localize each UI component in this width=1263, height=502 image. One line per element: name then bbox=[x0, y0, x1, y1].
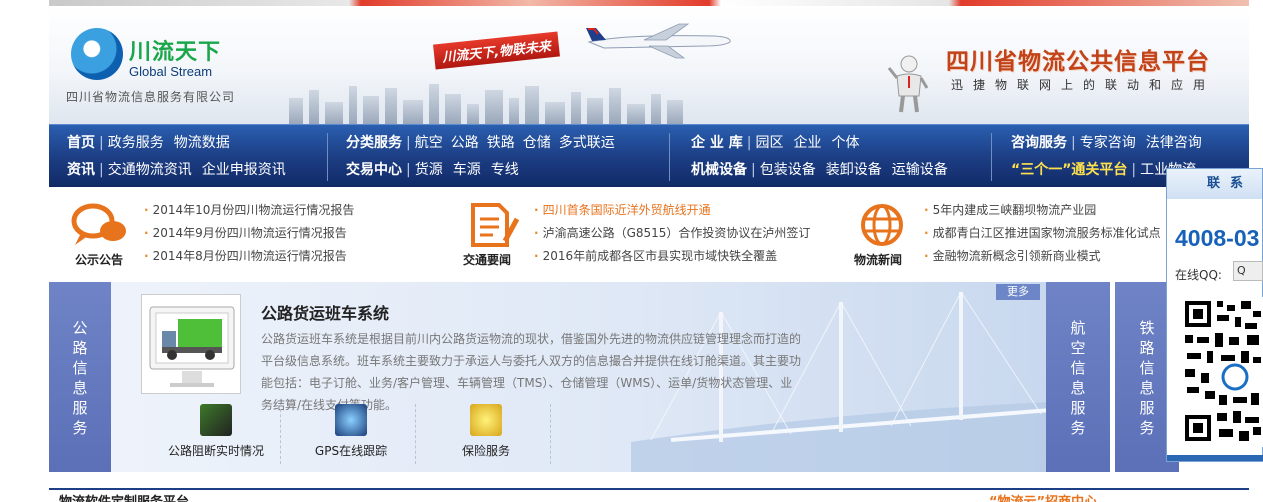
site-header: 川流天下 Global Stream 四川省物流信息服务有限公司 川流天下,物联… bbox=[49, 6, 1249, 124]
news-item[interactable]: 2016年前成都各区市县实现市域快铁全覆盖 bbox=[534, 245, 810, 268]
nav-consult-head[interactable]: 咨询服务 bbox=[1011, 135, 1067, 151]
service-title[interactable]: 公路货运班车系统 bbox=[261, 300, 389, 324]
nav-legal-consult[interactable]: 法律咨询 bbox=[1146, 135, 1202, 151]
logo-text-cn[interactable]: 川流天下 bbox=[129, 34, 221, 66]
sub-road-block[interactable]: 公路阻断实时情况 bbox=[151, 404, 281, 464]
globe-icon[interactable] bbox=[854, 201, 914, 249]
announcements-label[interactable]: 公示公告 bbox=[75, 251, 123, 268]
announcements-list: 2014年10月份四川物流运行情况报告 2014年9月份四川物流运行情况报告 2… bbox=[144, 199, 355, 268]
platform-subtitle: 迅捷物联网上的联动和应用 bbox=[951, 78, 1216, 92]
contact-phone: 4008-03 bbox=[1175, 225, 1260, 251]
nav-park[interactable]: 园区 bbox=[755, 135, 783, 151]
nav-air[interactable]: 航空 bbox=[415, 135, 443, 151]
announcements-block: 公示公告 2014年10月份四川物流运行情况报告 2014年9月份四川物流运行情… bbox=[49, 187, 429, 282]
nav-machinery-head[interactable]: 机械设备 bbox=[691, 162, 747, 178]
news-section: 公示公告 2014年10月份四川物流运行情况报告 2014年9月份四川物流运行情… bbox=[49, 187, 1249, 282]
nav-divider bbox=[991, 133, 992, 181]
sub-road-label: 公路阻断实时情况 bbox=[167, 444, 264, 458]
logistics-news-block: 物流新闻 5年内建成三峡翻坝物流产业园 成都青白江区推进国家物流服务标准化试点 … bbox=[844, 187, 1174, 282]
slogan-banner: 川流天下,物联未来 bbox=[433, 31, 560, 70]
news-item[interactable]: 2014年10月份四川物流运行情况报告 bbox=[144, 199, 355, 222]
nav-divider bbox=[669, 133, 670, 181]
qq-button[interactable]: Q bbox=[1233, 261, 1263, 281]
news-item[interactable]: 成都青白江区推进国家物流服务标准化试点 bbox=[924, 222, 1161, 245]
nav-rail[interactable]: 铁路 bbox=[487, 135, 515, 151]
service-section: 公路信息服务 更多 公路货运班车系统 公路货运班车系统是根据目前川内公路货运物流… bbox=[49, 282, 1249, 472]
logistics-news-label[interactable]: 物流新闻 bbox=[854, 251, 902, 268]
nav-news[interactable]: 资讯 bbox=[67, 162, 95, 178]
airplane-icon bbox=[586, 23, 731, 59]
nav-enterprise-lib-head[interactable]: 企 业 库 bbox=[691, 135, 743, 151]
logistics-news-list: 5年内建成三峡翻坝物流产业园 成都青白江区推进国家物流服务标准化试点 金融物流新… bbox=[924, 199, 1161, 268]
nav-special-line[interactable]: 专线 bbox=[491, 162, 519, 178]
shield-icon bbox=[470, 404, 502, 436]
traffic-news-label[interactable]: 交通要闻 bbox=[463, 251, 511, 268]
nav-transport-equip[interactable]: 运输设备 bbox=[892, 162, 948, 178]
service-panel: 更多 公路货运班车系统 公路货运班车系统是根据目前川内公路货运物流的现状，借鉴国… bbox=[111, 282, 1046, 472]
nav-trade-center-head[interactable]: 交易中心 bbox=[346, 162, 402, 178]
tab-air-info[interactable]: 航空信息服务 bbox=[1046, 282, 1110, 472]
nav-category-head[interactable]: 分类服务 bbox=[346, 135, 402, 151]
tab-road-info[interactable]: 公路信息服务 bbox=[49, 282, 111, 472]
road-icon bbox=[200, 404, 232, 436]
tab-road-label: 公路信息服务 bbox=[72, 319, 88, 437]
contact-header: 联系 bbox=[1167, 169, 1262, 199]
speech-bubble-icon[interactable] bbox=[69, 201, 129, 249]
mascot-man-icon bbox=[887, 55, 929, 113]
nav-road[interactable]: 公路 bbox=[451, 135, 479, 151]
news-item[interactable]: 泸渝高速公路（G8515）合作投资协议在泸州签订 bbox=[534, 222, 811, 245]
logo-icon[interactable] bbox=[71, 28, 123, 80]
nav-enterprise-news[interactable]: 企业申报资讯 bbox=[202, 162, 286, 178]
company-name: 四川省物流信息服务有限公司 bbox=[66, 90, 236, 104]
truck-icon bbox=[149, 306, 235, 387]
sub-insurance-label: 保险服务 bbox=[461, 444, 510, 458]
qq-label: 在线QQ: bbox=[1175, 268, 1222, 282]
city-skyline-image bbox=[279, 84, 699, 124]
nav-cargo-source[interactable]: 货源 bbox=[415, 162, 443, 178]
main-nav: 首页 | 政务服务 物流数据 资讯 | 交通物流资讯 企业申报资讯 分类服务 | 航空 公路 铁路仓… bbox=[49, 124, 1249, 187]
logo-text-en: Global Stream bbox=[129, 64, 213, 79]
news-item[interactable]: 2014年8月份四川物流运行情况报告 bbox=[144, 245, 354, 268]
divider bbox=[550, 404, 551, 464]
bottom-left-title[interactable]: 物流软件定制服务平台 bbox=[59, 491, 189, 502]
traffic-news-list: 四川首条国际近洋外贸航线开通 泸渝高速公路（G8515）合作投资协议在泸州签订 … bbox=[534, 199, 811, 268]
contact-float-panel: 联系 4008-03 在线QQ: Q bbox=[1166, 168, 1263, 462]
sub-gps-block[interactable]: GPS在线跟踪 bbox=[286, 404, 416, 464]
document-icon[interactable] bbox=[465, 201, 525, 249]
nav-loading-equip[interactable]: 装卸设备 bbox=[826, 162, 882, 178]
contact-footer-bar bbox=[1167, 455, 1263, 461]
nav-warehouse[interactable]: 仓储 bbox=[523, 135, 551, 151]
traffic-news-block: 交通要闻 四川首条国际近洋外贸航线开通 泸渝高速公路（G8515）合作投资协议在… bbox=[449, 187, 839, 282]
platform-title: 四川省物流公共信息平台 bbox=[946, 49, 1210, 75]
nav-home[interactable]: 首页 bbox=[67, 135, 95, 151]
news-item[interactable]: 2014年9月份四川物流运行情况报告 bbox=[144, 222, 354, 245]
truck-thumbnail[interactable] bbox=[141, 294, 241, 394]
qr-code-icon bbox=[1183, 297, 1263, 447]
nav-expert-consult[interactable]: 专家咨询 bbox=[1080, 135, 1136, 151]
divider bbox=[280, 404, 281, 464]
nav-packaging-equip[interactable]: 包装设备 bbox=[760, 162, 816, 178]
divider bbox=[415, 404, 416, 464]
nav-traffic-news[interactable]: 交通物流资讯 bbox=[108, 162, 192, 178]
more-button[interactable]: 更多 bbox=[996, 284, 1040, 300]
bottom-section-strip: 物流软件定制服务平台 “物流云”招商中心 bbox=[49, 488, 1249, 502]
sub-insurance-block[interactable]: 保险服务 bbox=[421, 404, 551, 464]
nav-divider bbox=[327, 133, 328, 181]
nav-multimodal[interactable]: 多式联运 bbox=[559, 135, 615, 151]
sub-gps-label: GPS在线跟踪 bbox=[314, 444, 388, 458]
service-description: 公路货运班车系统是根据目前川内公路货运物流的现状，借鉴国外先进的物流供应链管理理… bbox=[261, 332, 802, 412]
nav-logistics-data[interactable]: 物流数据 bbox=[174, 135, 230, 151]
nav-individual[interactable]: 个体 bbox=[831, 135, 859, 151]
satellite-icon bbox=[335, 404, 367, 436]
tab-air-label: 航空信息服务 bbox=[1070, 319, 1086, 437]
nav-vehicle-source[interactable]: 车源 bbox=[453, 162, 481, 178]
nav-customs-platform[interactable]: “三个一”通关平台 bbox=[1011, 162, 1127, 178]
nav-enterprise[interactable]: 企业 bbox=[793, 135, 821, 151]
bottom-right-title[interactable]: “物流云”招商中心 bbox=[989, 491, 1097, 502]
page: 川流天下 Global Stream 四川省物流信息服务有限公司 川流天下,物联… bbox=[0, 0, 1263, 502]
news-item[interactable]: 四川首条国际近洋外贸航线开通 bbox=[534, 199, 810, 222]
news-item[interactable]: 5年内建成三峡翻坝物流产业园 bbox=[924, 199, 1161, 222]
news-item[interactable]: 金融物流新概念引领新商业模式 bbox=[924, 245, 1161, 268]
nav-gov-service[interactable]: 政务服务 bbox=[108, 135, 164, 151]
